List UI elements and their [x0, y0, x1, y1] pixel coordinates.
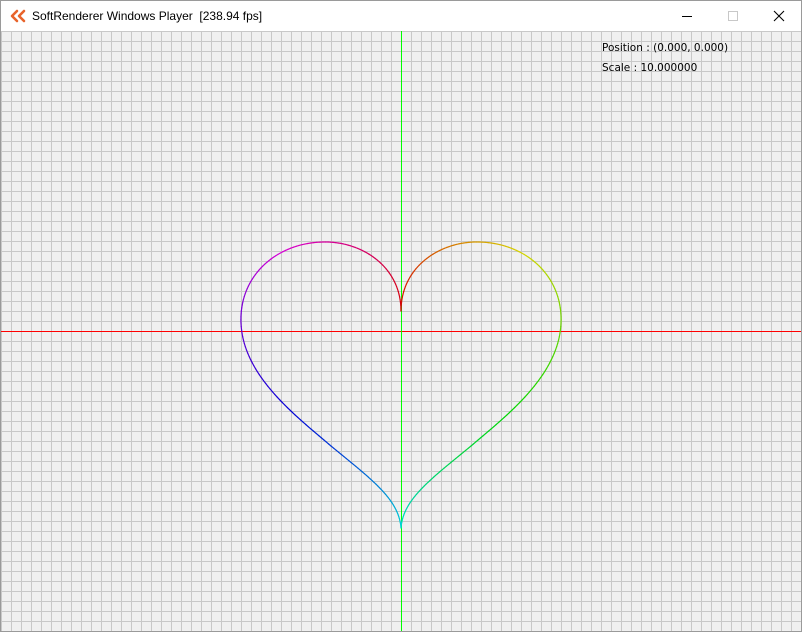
title-bar[interactable]: SoftRenderer Windows Player [238.94 fps] [1, 1, 801, 31]
render-canvas[interactable] [1, 31, 801, 631]
minimize-icon [682, 16, 692, 17]
app-window: SoftRenderer Windows Player [238.94 fps] [0, 0, 802, 632]
close-icon [773, 10, 785, 22]
close-button[interactable] [756, 1, 802, 31]
position-readout: Position : (0.000, 0.000) [602, 42, 729, 54]
window-title: SoftRenderer Windows Player [238.94 fps] [32, 9, 263, 23]
maximize-icon [728, 11, 738, 21]
minimize-button[interactable] [664, 1, 710, 31]
scale-readout: Scale : 10.000000 [602, 62, 698, 74]
ck-logo-icon [10, 9, 26, 23]
maximize-button[interactable] [710, 1, 756, 31]
render-viewport[interactable]: Position : (0.000, 0.000) Scale : 10.000… [1, 31, 801, 631]
